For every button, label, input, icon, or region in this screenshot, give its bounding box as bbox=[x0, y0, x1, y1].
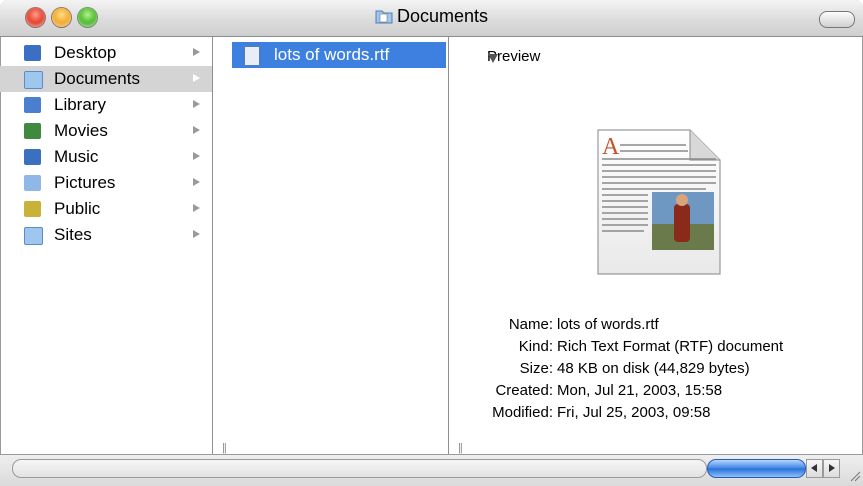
resize-grip-icon[interactable] bbox=[849, 470, 861, 482]
sidebar-item-label: Pictures bbox=[54, 173, 116, 192]
info-value: Fri, Jul 25, 2003, 09:58 bbox=[557, 404, 711, 421]
info-label: Kind: bbox=[518, 338, 553, 355]
pictures-folder-icon bbox=[24, 175, 41, 191]
sidebar-item-documents[interactable]: Documents bbox=[0, 66, 212, 92]
sidebar-item-music[interactable]: Music bbox=[0, 144, 212, 170]
svg-text:A: A bbox=[602, 134, 620, 160]
chevron-right-icon bbox=[193, 152, 200, 160]
file-name: lots of words.rtf bbox=[274, 45, 390, 64]
chevron-right-icon bbox=[193, 126, 200, 134]
sidebar-item-label: Public bbox=[54, 199, 101, 218]
chevron-right-icon bbox=[193, 178, 200, 186]
info-label: Size: bbox=[519, 360, 553, 377]
scrollbar-track[interactable] bbox=[12, 459, 707, 478]
chevron-right-icon bbox=[193, 204, 200, 212]
chevron-right-icon bbox=[193, 100, 200, 108]
info-value: lots of words.rtf bbox=[557, 316, 659, 333]
documents-folder-icon bbox=[375, 10, 393, 24]
sidebar-item-label: Desktop bbox=[54, 43, 117, 62]
info-label: Created: bbox=[495, 382, 553, 399]
sidebar-item-desktop[interactable]: Desktop bbox=[0, 40, 212, 66]
scroll-left-button[interactable] bbox=[806, 459, 823, 478]
info-row-name: Name: lots of words.rtf bbox=[449, 316, 858, 336]
document-preview-thumbnail: A bbox=[597, 129, 721, 275]
arrow-right-icon bbox=[829, 464, 835, 472]
info-row-kind: Kind: Rich Text Format (RTF) document bbox=[449, 338, 858, 358]
info-row-modified: Modified: Fri, Jul 25, 2003, 09:58 bbox=[449, 404, 858, 424]
sidebar-item-label: Movies bbox=[54, 121, 108, 140]
music-folder-icon bbox=[24, 149, 41, 165]
info-row-size: Size: 48 KB on disk (44,829 bytes) bbox=[449, 360, 858, 380]
movies-folder-icon bbox=[24, 123, 41, 139]
sidebar-item-label: Sites bbox=[54, 225, 92, 244]
disclosure-triangle-icon[interactable] bbox=[488, 54, 498, 63]
chevron-right-icon bbox=[193, 230, 200, 238]
info-label: Modified: bbox=[492, 404, 553, 421]
sidebar-item-pictures[interactable]: Pictures bbox=[0, 170, 212, 196]
sidebar-item-label: Library bbox=[54, 95, 106, 114]
desktop-folder-icon bbox=[24, 45, 41, 61]
scroll-right-button[interactable] bbox=[823, 459, 840, 478]
places-column[interactable]: Desktop Documents Library Movies Music P… bbox=[0, 37, 225, 454]
library-folder-icon bbox=[24, 97, 41, 113]
public-folder-icon bbox=[24, 201, 41, 217]
chevron-right-icon bbox=[193, 48, 200, 56]
info-value: Mon, Jul 21, 2003, 15:58 bbox=[557, 382, 723, 399]
window-title-text: Documents bbox=[396, 6, 489, 26]
toolbar-toggle-button[interactable] bbox=[819, 11, 855, 28]
scrollbar-thumb[interactable] bbox=[707, 459, 806, 478]
sidebar-item-library[interactable]: Library bbox=[0, 92, 212, 118]
sidebar-item-label: Music bbox=[54, 147, 99, 166]
sidebar-item-sites[interactable]: Sites bbox=[0, 222, 212, 248]
arrow-left-icon bbox=[811, 464, 817, 472]
window-title: Documents bbox=[0, 6, 863, 27]
sidebar-item-movies[interactable]: Movies bbox=[0, 118, 212, 144]
info-value: Rich Text Format (RTF) document bbox=[557, 338, 784, 355]
info-row-created: Created: Mon, Jul 21, 2003, 15:58 bbox=[449, 382, 858, 402]
title-bar[interactable]: Documents bbox=[0, 0, 863, 37]
info-value: 48 KB on disk (44,829 bytes) bbox=[557, 360, 750, 377]
list-item[interactable]: lots of words.rtf bbox=[232, 42, 446, 68]
sidebar-item-label: Documents bbox=[54, 69, 140, 88]
sites-folder-icon bbox=[24, 227, 43, 245]
finder-window: Documents Desktop Documents Library Movi… bbox=[0, 0, 863, 486]
files-column[interactable]: lots of words.rtf bbox=[213, 37, 448, 454]
rtf-document-icon bbox=[244, 46, 260, 66]
info-label: Name: bbox=[508, 316, 553, 333]
documents-folder-icon bbox=[24, 71, 43, 89]
chevron-right-icon bbox=[193, 74, 200, 82]
sidebar-item-public[interactable]: Public bbox=[0, 196, 212, 222]
